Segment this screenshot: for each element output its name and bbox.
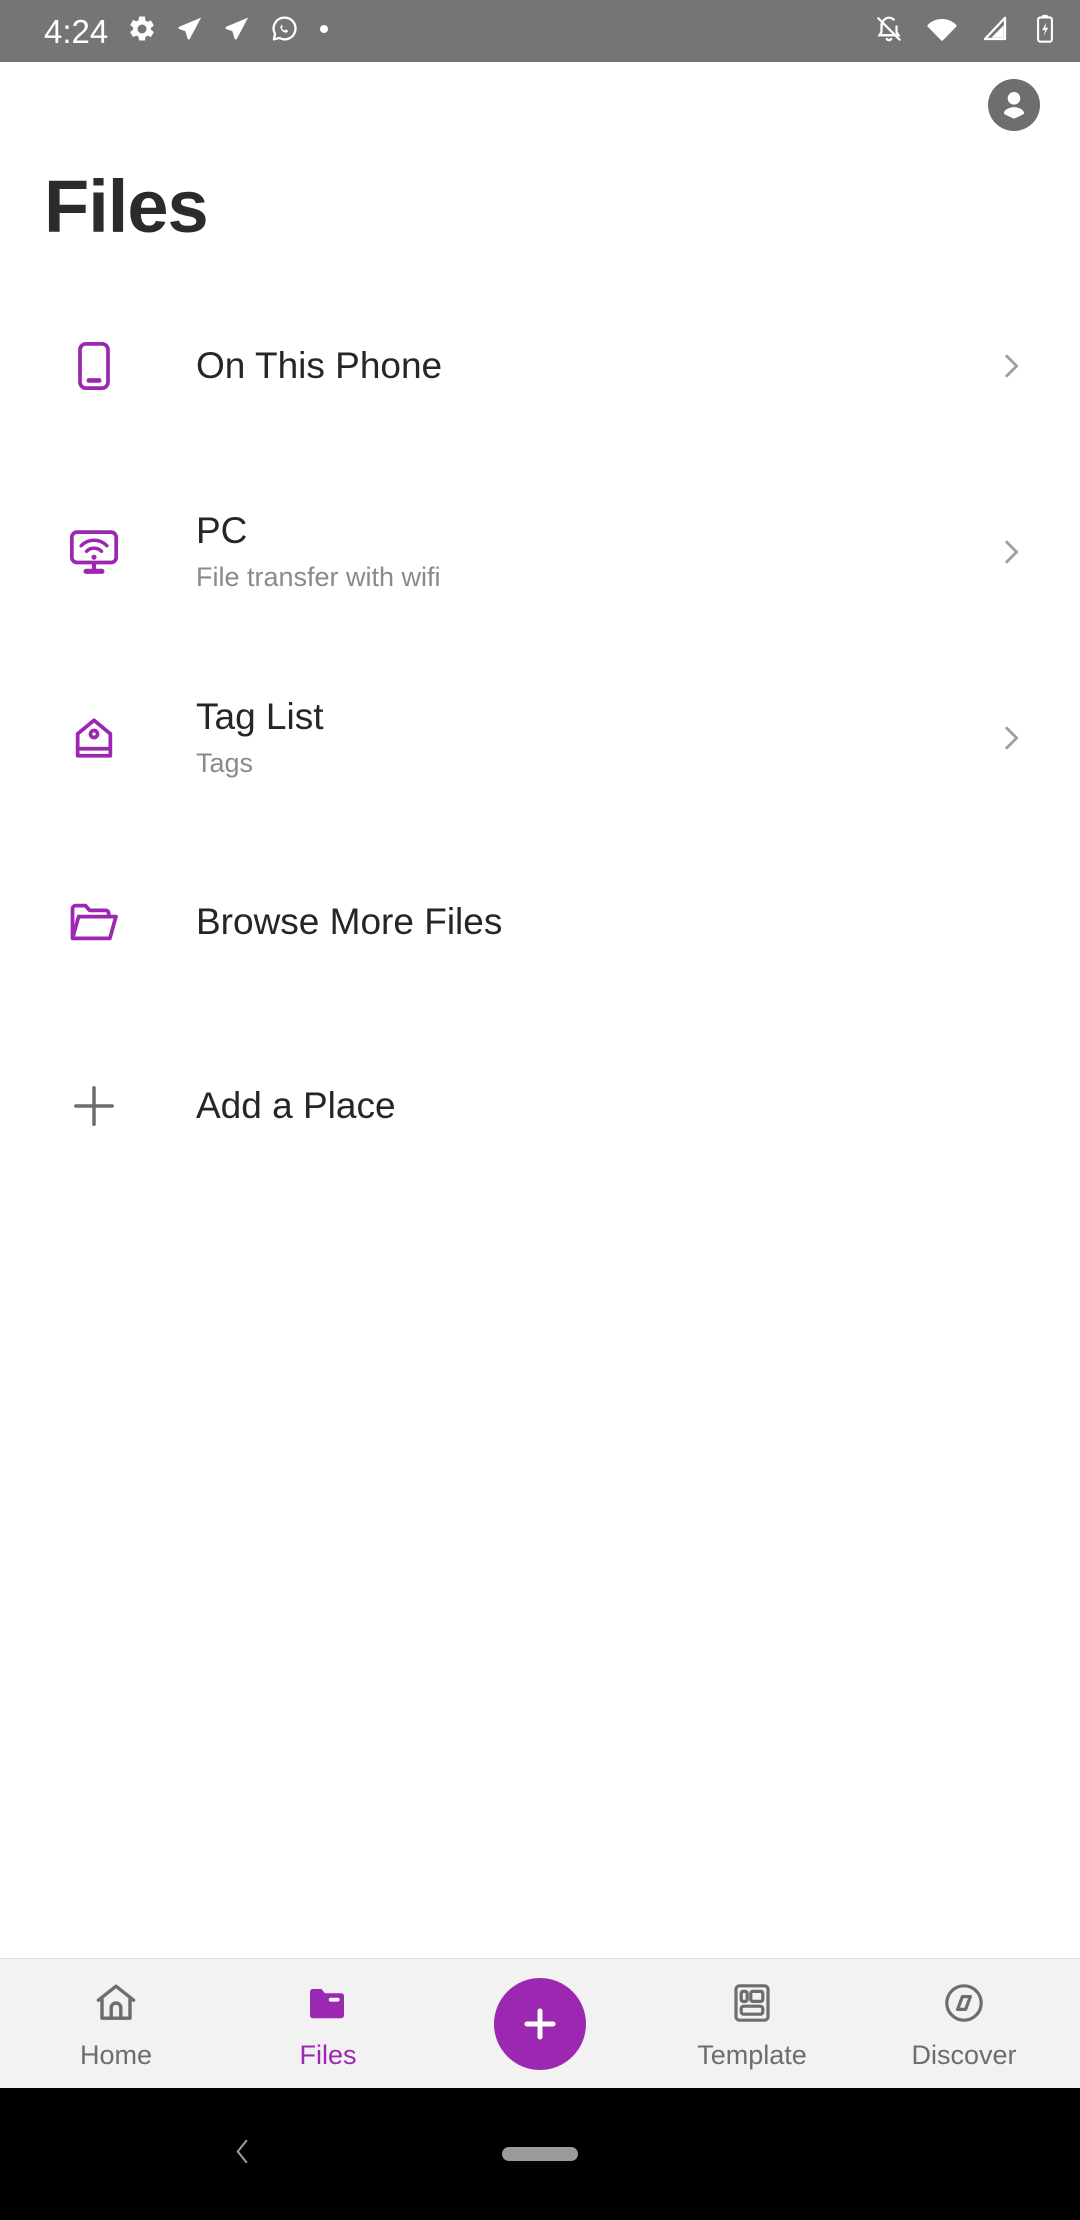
- list-item-add-a-place[interactable]: Add a Place: [0, 1042, 1080, 1170]
- list-item-text: PC File transfer with wifi: [152, 509, 986, 595]
- nav-item-files[interactable]: Files: [238, 1979, 418, 2069]
- list-item-subtitle: Tags: [196, 747, 254, 778]
- list-item-title: Tag List: [196, 695, 324, 737]
- account-avatar[interactable]: [988, 79, 1040, 131]
- list-item-title: Add a Place: [196, 1085, 396, 1127]
- nav-label-discover: Discover: [911, 2039, 1017, 2070]
- plus-icon: [524, 2007, 556, 2040]
- gear-icon: [127, 14, 157, 49]
- phone-icon: [44, 338, 152, 394]
- page-title: Files: [44, 165, 209, 248]
- cellular-signal-icon: [980, 14, 1010, 49]
- list-item-title: Browse More Files: [196, 901, 503, 943]
- status-bar-clock: 4:24: [44, 12, 109, 50]
- home-icon: [92, 1979, 140, 2032]
- list-item-title: PC: [196, 509, 248, 551]
- list-item-text: Add a Place: [152, 1084, 986, 1128]
- template-grid-icon: [728, 1979, 776, 2032]
- nav-item-create[interactable]: [450, 1977, 630, 2070]
- folder-icon: [304, 1979, 352, 2032]
- home-pill-indicator[interactable]: [502, 2147, 578, 2161]
- nav-item-home[interactable]: Home: [26, 1979, 206, 2069]
- monitor-wifi-icon: [44, 524, 152, 580]
- chevron-right-icon[interactable]: [986, 535, 1036, 569]
- places-list: On This Phone PC File transfer with wifi…: [0, 302, 1080, 1958]
- battery-charging-icon: [1032, 14, 1058, 49]
- status-bar: 4:24: [0, 0, 1080, 62]
- nav-label-files: Files: [299, 2039, 357, 2070]
- list-item-title: On This Phone: [196, 345, 443, 387]
- notifications-off-icon: [874, 14, 904, 49]
- android-system-navigation: [0, 2088, 1080, 2220]
- tag-icon: [44, 710, 152, 766]
- back-chevron-icon[interactable]: [225, 2135, 259, 2174]
- list-item-text: Tag List Tags: [152, 695, 986, 781]
- list-item-text: Browse More Files: [152, 900, 986, 944]
- list-item-pc[interactable]: PC File transfer with wifi: [0, 488, 1080, 616]
- paper-plane-icon: [176, 15, 204, 48]
- status-bar-right: [874, 13, 1058, 50]
- wifi-icon: [926, 13, 958, 50]
- app-top-bar: [0, 62, 1080, 148]
- list-item-browse-more-files[interactable]: Browse More Files: [0, 858, 1080, 986]
- nav-label-home: Home: [79, 2039, 153, 2070]
- create-fab-button[interactable]: [494, 1977, 586, 2070]
- plus-icon: [44, 1078, 152, 1134]
- list-item-subtitle: File transfer with wifi: [196, 561, 441, 592]
- phone-screen: 4:24 Files On This Phone PC File transfe…: [0, 0, 1080, 2220]
- list-item-text: On This Phone: [152, 344, 986, 388]
- whatsapp-icon: [270, 14, 299, 48]
- compass-icon: [940, 1979, 988, 2032]
- chevron-right-icon[interactable]: [986, 721, 1036, 755]
- list-item-on-this-phone[interactable]: On This Phone: [0, 302, 1080, 430]
- paper-plane-icon: [223, 15, 251, 48]
- chevron-right-icon[interactable]: [986, 349, 1036, 383]
- bottom-navigation-bar: Home Files Template Discover: [0, 1958, 1080, 2088]
- status-bar-left: 4:24: [44, 14, 330, 49]
- folder-open-icon: [44, 894, 152, 950]
- dot-icon: [318, 22, 330, 40]
- list-item-tag-list[interactable]: Tag List Tags: [0, 674, 1080, 802]
- nav-item-template[interactable]: Template: [662, 1979, 842, 2069]
- nav-label-template: Template: [697, 2039, 807, 2070]
- nav-item-discover[interactable]: Discover: [874, 1979, 1054, 2069]
